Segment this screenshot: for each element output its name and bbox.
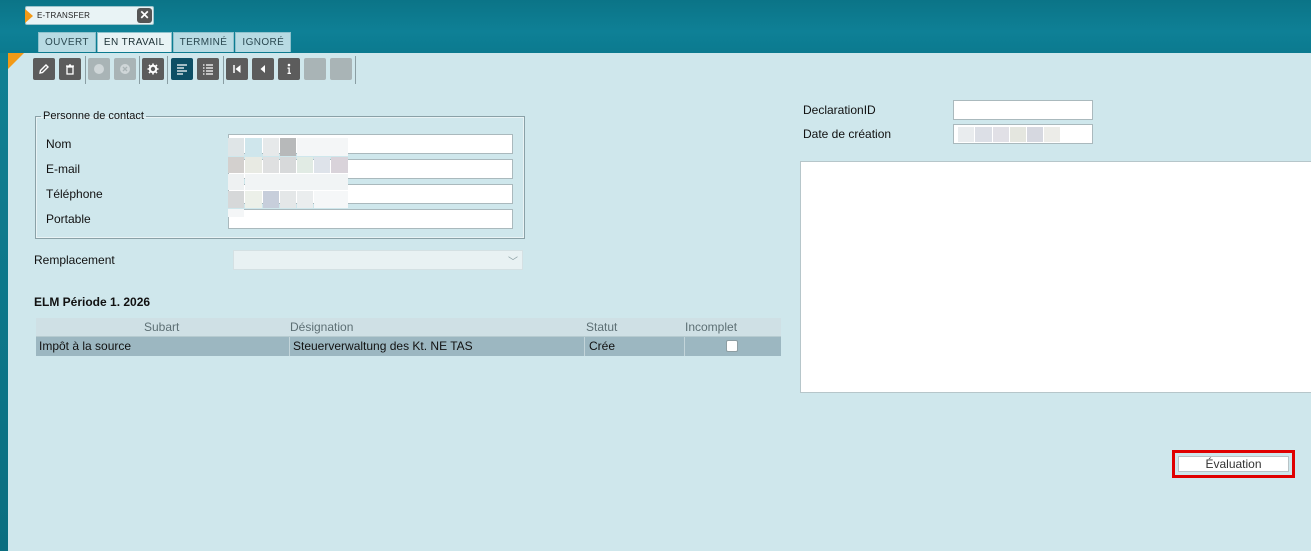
evaluation-highlight: Évaluation [1172, 450, 1295, 478]
date-creation-field[interactable] [953, 124, 1093, 144]
column-divider [584, 337, 585, 356]
document-tab[interactable]: E-TRANSFER ✕ [25, 6, 154, 25]
toolbar-button-disabled[interactable] [330, 58, 352, 80]
tab-ouvert[interactable]: OUVERT [38, 32, 96, 52]
blank-icon [335, 63, 347, 75]
blank-icon [309, 63, 321, 75]
column-header-subart[interactable]: Subart [144, 320, 179, 334]
gear-icon [147, 63, 159, 75]
settings-button[interactable] [142, 58, 164, 80]
declaration-id-label: DeclarationID [803, 103, 876, 117]
left-strip [0, 53, 8, 551]
cancel-button[interactable] [114, 58, 136, 80]
remplacement-select[interactable]: ﹀ [233, 250, 523, 270]
cell-statut: Crée [589, 339, 616, 353]
column-divider [684, 337, 685, 356]
remplacement-label: Remplacement [34, 253, 115, 267]
detail-panel [800, 161, 1311, 393]
cell-subart: Impôt à la source [39, 339, 132, 353]
telephone-label: Téléphone [46, 187, 103, 201]
portable-label: Portable [46, 212, 91, 226]
toolbar-separator [85, 56, 86, 84]
tab-marker-icon [25, 9, 33, 23]
confirm-button[interactable] [88, 58, 110, 80]
date-creation-label: Date de création [803, 127, 892, 141]
first-page-icon [233, 65, 241, 73]
document-tab-title: E-TRANSFER [37, 11, 91, 20]
state-tabs: OUVERT EN TRAVAIL TERMINÉ IGNORÉ [38, 32, 292, 52]
column-header-statut[interactable]: Statut [586, 320, 617, 334]
toolbar-button-disabled[interactable] [304, 58, 326, 80]
list-icon [203, 64, 213, 75]
close-icon[interactable]: ✕ [137, 8, 152, 23]
nom-label: Nom [46, 137, 72, 151]
info-icon [287, 63, 291, 74]
tab-en-travail[interactable]: EN TRAVAIL [96, 32, 172, 52]
column-divider [289, 337, 290, 356]
email-label: E-mail [46, 162, 81, 176]
list-view-button[interactable] [197, 58, 219, 80]
table-row[interactable]: Impôt à la source Steuerverwaltung des K… [36, 337, 781, 356]
column-header-incomplet[interactable]: Incomplet [685, 320, 737, 334]
circle-icon [94, 64, 104, 74]
align-left-icon [177, 64, 187, 75]
trash-icon [66, 64, 74, 75]
period-grid: Subart Désignation Statut Incomplet Impô… [36, 318, 781, 356]
info-button[interactable] [278, 58, 300, 80]
period-title: ELM Période 1. 2026 [34, 295, 151, 309]
toolbar-separator [355, 56, 356, 84]
contact-legend: Personne de contact [43, 110, 144, 122]
tab-ignore[interactable]: IGNORÉ [235, 32, 292, 52]
edit-button[interactable] [33, 58, 55, 80]
pencil-icon [39, 64, 49, 74]
delete-button[interactable] [59, 58, 81, 80]
circle-x-icon [120, 64, 130, 74]
chevron-down-icon: ﹀ [508, 257, 518, 268]
redacted-date-value [958, 127, 1063, 142]
toolbar-separator [223, 56, 224, 84]
redacted-contact-values [228, 138, 348, 218]
previous-icon [260, 65, 265, 73]
incomplet-checkbox[interactable] [726, 340, 738, 352]
evaluation-button[interactable]: Évaluation [1178, 456, 1289, 472]
tab-termine[interactable]: TERMINÉ [172, 32, 235, 52]
toolbar-separator [167, 56, 168, 84]
grid-header: Subart Désignation Statut Incomplet [36, 318, 781, 337]
column-header-designation[interactable]: Désignation [290, 320, 353, 334]
corner-marker-icon [8, 53, 24, 69]
toolbar-separator [139, 56, 140, 84]
detail-view-button[interactable] [171, 58, 193, 80]
first-record-button[interactable] [226, 58, 248, 80]
cell-designation: Steuerverwaltung des Kt. NE TAS [293, 339, 473, 353]
declaration-id-field[interactable] [953, 100, 1093, 120]
previous-record-button[interactable] [252, 58, 274, 80]
